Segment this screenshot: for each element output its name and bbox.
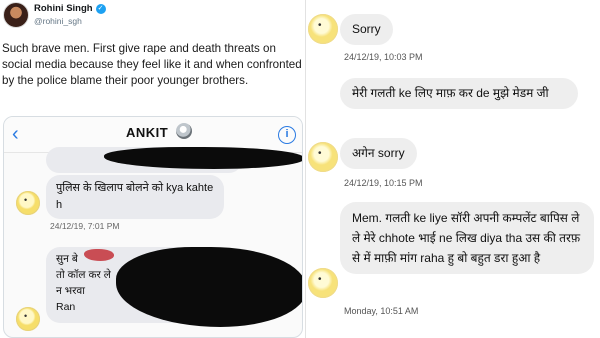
contact-name: ANKIT [126,125,169,140]
message-bubble: अगेन sorry [340,138,417,169]
message-bubble: पुलिस के खिलाप बोलने को kya kahte h [46,175,224,219]
tweet-text: Such brave men. First give rape and deat… [2,42,302,87]
message-timestamp: 24/12/19, 10:03 PM [344,52,423,62]
author-handle[interactable]: @rohini_sgh [34,16,82,26]
message-timestamp: 24/12/19, 10:15 PM [344,178,423,188]
message-text: मेरी गलती ke लिए माफ़ कर de मुझे मेडम जी [352,86,549,100]
message-text: पुलिस के खिलाप बोलने को kya kahte h [56,182,214,211]
sender-avatar-icon [308,14,338,44]
sender-avatar-icon [308,142,338,172]
message-bubble: Sorry [340,14,393,45]
message-text: अगेन sorry [352,146,405,160]
verified-icon: ✓ [95,3,106,14]
back-arrow-icon[interactable]: ‹ [12,123,19,145]
author-avatar[interactable] [3,2,29,28]
redaction-mark [84,249,114,261]
info-icon[interactable]: i [278,126,296,144]
message-timestamp: 24/12/19, 7:01 PM [50,221,120,231]
sender-avatar-icon [16,307,40,331]
message-text: Mem. गलती ke liye सॉरी अपनी कम्पलेंट बाप… [352,211,581,265]
message-timestamp: Monday, 10:51 AM [344,306,419,316]
message-bubble: Mem. गलती ke liye सॉरी अपनी कम्पलेंट बाप… [340,202,594,274]
author-name-row[interactable]: Rohini Singh ✓ [34,3,106,14]
message-text: Sorry [352,22,381,36]
sender-avatar-icon [308,268,338,298]
embedded-chat-screenshot: ‹ ANKIT i पुलिस के खिलाप बोलने को kya ka… [3,116,303,338]
author-name[interactable]: Rohini Singh [34,3,93,14]
tweet-panel: Rohini Singh ✓ @rohini_sgh Such brave me… [0,0,306,338]
sender-avatar-icon [16,191,40,215]
chat-panel: Sorry 24/12/19, 10:03 PM मेरी गलती ke लि… [306,0,600,338]
message-bubble: मेरी गलती ke लिए माफ़ कर de मुझे मेडम जी [340,78,578,109]
contact-emoji-icon [176,123,192,139]
